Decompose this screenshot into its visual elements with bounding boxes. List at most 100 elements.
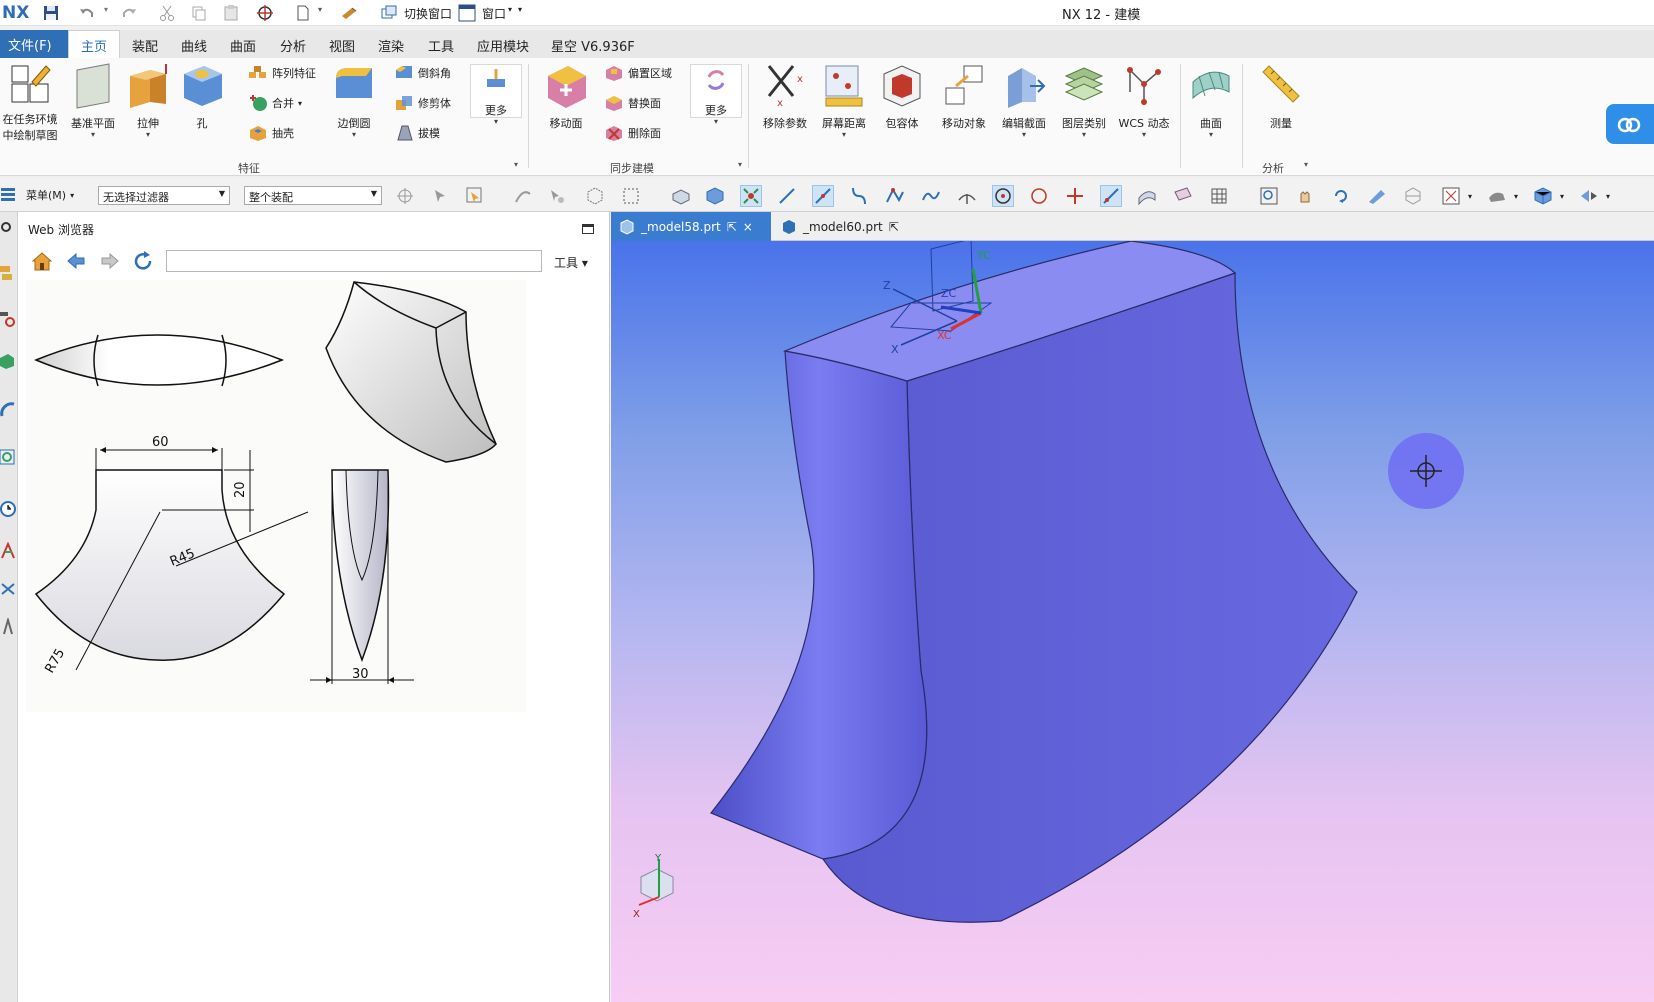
tab-application[interactable]: 应用模块 (477, 36, 529, 55)
history-icon[interactable] (0, 500, 16, 518)
process-studio-icon[interactable] (0, 580, 16, 598)
analysis-group-dropdown-icon[interactable]: ▾ (1304, 160, 1308, 169)
url-input[interactable] (166, 250, 542, 272)
settings-gear-icon[interactable] (0, 218, 16, 236)
layer-category-button[interactable]: 图层类别 ▾ (1056, 62, 1112, 139)
render-style-icon[interactable] (1486, 185, 1508, 207)
unite-button[interactable]: 合并 ▾ (248, 94, 302, 112)
snap-point-on-surface-icon[interactable] (1136, 185, 1158, 207)
tab-curve[interactable]: 曲线 (181, 36, 207, 55)
back-icon[interactable] (64, 250, 88, 272)
tab-tools[interactable]: 工具 (428, 36, 454, 55)
render-style-dropdown-icon[interactable]: ▾ (1514, 192, 1518, 201)
external-window-icon[interactable]: ⇱ (889, 220, 899, 234)
snap-existing-point-icon[interactable] (1064, 185, 1086, 207)
shell-button[interactable]: 抽壳 (248, 124, 294, 142)
selection-scope-select[interactable]: 整个装配 ▼ (244, 186, 382, 205)
perspective-icon[interactable] (1366, 185, 1388, 207)
maximize-panel-icon[interactable] (582, 224, 594, 234)
select-face-icon[interactable] (670, 185, 692, 207)
system-materials-icon[interactable] (0, 542, 16, 560)
sync-group-dropdown-icon[interactable]: ▾ (738, 160, 742, 169)
refresh-icon[interactable] (132, 250, 156, 272)
snap-perpendicular-icon[interactable] (956, 185, 978, 207)
orient-view-icon[interactable] (1532, 185, 1554, 207)
feature-group-dropdown-icon[interactable]: ▾ (514, 160, 518, 169)
chamfer-button[interactable]: 倒斜角 (394, 64, 451, 82)
snap-point-on-curve-icon[interactable] (1100, 185, 1122, 207)
more-features-button[interactable]: 更多 ▾ (470, 64, 522, 126)
cloud-badge-icon[interactable] (1606, 104, 1654, 144)
delete-face-button[interactable]: 删除面 (604, 124, 661, 142)
more-sync-button[interactable]: 更多 ▾ (690, 64, 742, 126)
wcs-dynamic-button[interactable]: WCS 动态 ▾ (1114, 62, 1174, 139)
assembly-navigator-icon[interactable] (0, 264, 16, 282)
trim-body-button[interactable]: 修剪体 (394, 94, 451, 112)
browser-tools-menu[interactable]: 工具 ▾ (554, 254, 588, 271)
main-menu-button[interactable]: 菜单(M) ▾ (0, 186, 74, 204)
show-hide-icon[interactable] (1578, 185, 1600, 207)
surface-button[interactable]: 曲面 ▾ (1186, 62, 1236, 139)
type-filter-select[interactable]: 无选择过滤器 ▼ (98, 186, 230, 205)
remove-parameters-button[interactable]: xx 移除参数 (758, 62, 812, 131)
orient-view-dropdown-icon[interactable]: ▾ (1560, 192, 1564, 201)
edit-section-button[interactable]: 编辑截面 ▾ (996, 62, 1052, 139)
measure-button[interactable]: 测量 (1256, 62, 1306, 131)
select-feature-icon[interactable] (546, 185, 568, 207)
tab-view[interactable]: 视图 (329, 36, 355, 55)
file-menu[interactable]: 文件(F) (0, 30, 72, 58)
tab-xingkong-plugin[interactable]: 星空 V6.936F (551, 36, 635, 55)
select-tool-icon[interactable] (430, 185, 452, 207)
sketch-in-task-button[interactable]: 在任务环境 中绘制草图 (2, 62, 58, 143)
draft-button[interactable]: 拔模 (394, 124, 440, 142)
edge-blend-button[interactable]: 边倒圆 ▾ (328, 62, 380, 139)
grid-icon[interactable] (1208, 185, 1230, 207)
snap-point-icon[interactable] (740, 185, 762, 207)
display-section-icon[interactable] (1402, 185, 1424, 207)
reuse-library-icon[interactable] (0, 400, 16, 418)
snap-curve-point-icon[interactable] (920, 185, 942, 207)
tab-assembly[interactable]: 装配 (132, 36, 158, 55)
move-face-button[interactable]: 移动面 (542, 62, 590, 131)
datum-plane-button[interactable]: 基准平面 ▾ (66, 62, 120, 139)
bounding-body-button[interactable]: 包容体 (876, 62, 928, 131)
snap-arc-center-icon[interactable] (992, 185, 1014, 207)
tab-surface[interactable]: 曲面 (230, 36, 256, 55)
snap-control-point-icon[interactable] (848, 185, 870, 207)
zoom-fit-icon[interactable] (1440, 185, 1462, 207)
pattern-feature-button[interactable]: 阵列特征 (248, 64, 316, 82)
offset-region-button[interactable]: 偏置区域 (604, 64, 672, 82)
snap-intersection-icon[interactable] (884, 185, 906, 207)
snap-bounded-grid-icon[interactable] (1172, 185, 1194, 207)
home-icon[interactable] (30, 250, 54, 272)
extrude-button[interactable]: 拉伸 ▾ (124, 62, 172, 139)
close-tab-icon[interactable]: × (743, 220, 753, 234)
rectangle-select-icon[interactable] (620, 185, 642, 207)
external-window-icon[interactable]: ⇱ (727, 220, 737, 234)
general-selection-icon[interactable] (394, 185, 416, 207)
part-tab-model60[interactable]: _model60.prt ⇱ (773, 212, 913, 241)
select-add-icon[interactable] (464, 185, 486, 207)
forward-icon[interactable] (98, 250, 122, 272)
hole-button[interactable]: 孔 (180, 62, 224, 131)
select-body-icon[interactable] (584, 185, 606, 207)
snap-quadrant-icon[interactable] (1028, 185, 1050, 207)
roles-icon[interactable] (0, 618, 16, 636)
move-object-button[interactable]: 移动对象 (936, 62, 992, 131)
tab-render[interactable]: 渲染 (378, 36, 404, 55)
part-tab-model58[interactable]: _model58.prt ⇱ × (611, 212, 771, 241)
tab-home[interactable]: 主页 (68, 30, 121, 59)
constraint-navigator-icon[interactable] (0, 310, 16, 328)
select-solid-icon[interactable] (704, 185, 726, 207)
select-chain-icon[interactable] (512, 185, 534, 207)
snap-mid-point-icon[interactable] (812, 185, 834, 207)
replace-face-button[interactable]: 替换面 (604, 94, 661, 112)
part-navigator-icon[interactable] (0, 352, 16, 370)
tab-analysis[interactable]: 分析 (280, 36, 306, 55)
web-browser-icon[interactable] (0, 448, 16, 466)
rotate-icon[interactable] (1330, 185, 1352, 207)
pan-icon[interactable] (1294, 185, 1316, 207)
show-hide-dropdown-icon[interactable]: ▾ (1606, 192, 1610, 201)
snap-end-point-icon[interactable] (776, 185, 798, 207)
screen-distance-button[interactable]: 屏幕距离 ▾ (816, 62, 872, 139)
